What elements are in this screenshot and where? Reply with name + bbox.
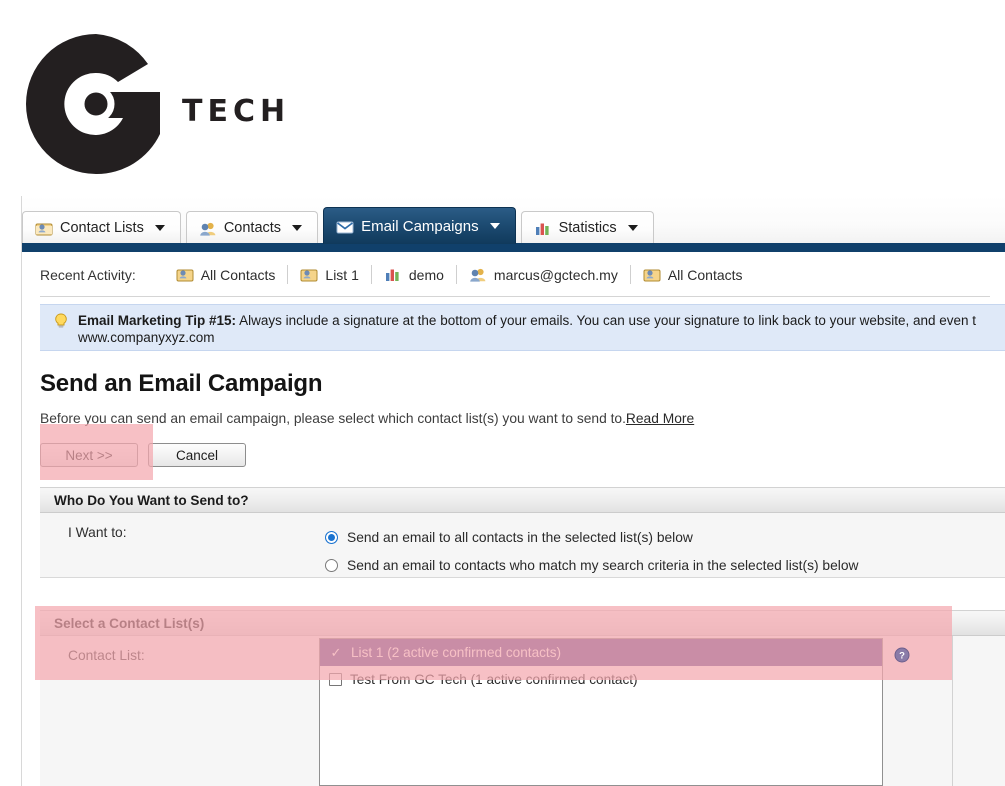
recent-activity-bar: Recent Activity: All Contacts List 1 dem…	[22, 252, 1005, 297]
main-tabbar: Contact Lists Contacts Email Campaigns S…	[22, 196, 1005, 244]
recent-activity-items: All Contacts List 1 demo marcus@gctech.m…	[164, 265, 755, 284]
form-action-buttons: Next >> Cancel	[40, 443, 246, 467]
page-description: Before you can send an email campaign, p…	[40, 411, 694, 426]
radio-option-all-contacts[interactable]: Send an email to all contacts in the sel…	[325, 523, 858, 551]
chevron-down-icon	[627, 225, 638, 231]
nav-strip	[22, 243, 1005, 252]
list-item[interactable]: ✓ List 1 (2 active confirmed contacts)	[320, 639, 882, 666]
radio-button-icon[interactable]	[325, 558, 338, 572]
list-item-label: Test From GC Tech (1 active confirmed co…	[350, 672, 638, 687]
help-question-icon[interactable]: ?	[894, 647, 910, 663]
tab-label: Email Campaigns	[361, 217, 479, 235]
list-item-label: List 1 (2 active confirmed contacts)	[351, 645, 562, 660]
select-contact-list-body: Contact List: ✓ List 1 (2 active confirm…	[40, 636, 1005, 786]
recent-activity-label: Recent Activity:	[40, 266, 136, 283]
tip-text: Always include a signature at the bottom…	[239, 313, 977, 328]
bar-chart-icon	[384, 266, 402, 283]
i-want-to-label: I Want to:	[68, 525, 127, 540]
recent-item-demo[interactable]: demo	[372, 265, 457, 284]
brand-logo: TECH	[22, 14, 285, 194]
recent-item-all-contacts-1[interactable]: All Contacts	[164, 265, 289, 284]
send-target-radio-group: Send an email to all contacts in the sel…	[325, 523, 858, 579]
tab-statistics[interactable]: Statistics	[520, 211, 654, 244]
tab-label: Contacts	[223, 220, 282, 236]
gtech-g-logo-icon	[22, 30, 170, 178]
recent-activity-divider	[40, 296, 990, 297]
tip-title: Email Marketing Tip #15:	[78, 313, 237, 328]
page-left-gutter	[0, 0, 21, 786]
contacts-icon	[199, 220, 217, 237]
list-item[interactable]: Test From GC Tech (1 active confirmed co…	[320, 666, 882, 693]
radio-option-label: Send an email to all contacts in the sel…	[347, 529, 693, 545]
contact-list-icon	[300, 266, 318, 283]
contact-list-icon	[643, 266, 661, 283]
bar-chart-icon	[534, 220, 552, 237]
checkmark-icon: ✓	[330, 644, 342, 660]
page-description-text: Before you can send an email campaign, p…	[40, 411, 626, 426]
envelope-icon	[336, 218, 354, 235]
contact-list-icon	[35, 220, 53, 237]
chevron-down-icon	[292, 225, 303, 231]
page-title: Send an Email Campaign	[40, 370, 323, 397]
checkbox-icon[interactable]	[329, 673, 342, 686]
email-marketing-tip-banner: Email Marketing Tip #15: Always include …	[40, 304, 1005, 351]
chevron-down-icon	[154, 225, 165, 231]
svg-text:?: ?	[899, 651, 905, 662]
section-header-select-contact-list: Select a Contact List(s)	[40, 610, 1005, 636]
tip-second-line: www.companyxyz.com	[78, 330, 215, 345]
recent-item-all-contacts-2[interactable]: All Contacts	[631, 265, 755, 284]
application-page: TECH Contact Lists Contacts Email Campai…	[0, 0, 1005, 786]
contact-list-listbox[interactable]: ✓ List 1 (2 active confirmed contacts) T…	[319, 638, 883, 786]
recent-item-label: List 1	[325, 266, 359, 283]
contact-list-icon	[176, 266, 194, 283]
who-to-send-body: I Want to: Send an email to all contacts…	[40, 513, 1005, 578]
content-right-border	[952, 636, 953, 786]
tab-label: Statistics	[558, 220, 617, 236]
radio-option-label: Send an email to contacts who match my s…	[347, 557, 859, 573]
tab-contacts[interactable]: Contacts	[185, 211, 319, 244]
lightbulb-icon	[52, 312, 70, 330]
recent-item-list-1[interactable]: List 1	[288, 265, 372, 284]
chevron-down-icon	[489, 223, 500, 229]
cancel-button[interactable]: Cancel	[148, 443, 246, 467]
contact-list-label: Contact List:	[68, 648, 145, 663]
section-header-who-to-send: Who Do You Want to Send to?	[40, 487, 1005, 513]
contacts-icon	[469, 266, 487, 283]
tab-contact-lists[interactable]: Contact Lists	[22, 211, 181, 244]
recent-item-label: All Contacts	[667, 266, 743, 283]
next-button[interactable]: Next >>	[40, 443, 138, 467]
recent-item-label: demo	[408, 266, 444, 283]
tab-email-campaigns[interactable]: Email Campaigns	[323, 207, 516, 244]
brand-logo-text: TECH	[182, 93, 291, 129]
radio-button-icon[interactable]	[325, 530, 338, 544]
tab-label: Contact Lists	[60, 220, 144, 236]
radio-option-search-criteria[interactable]: Send an email to contacts who match my s…	[325, 551, 858, 579]
recent-item-marcus-email[interactable]: marcus@gctech.my	[457, 265, 631, 284]
read-more-link[interactable]: Read More	[626, 411, 694, 426]
recent-item-label: All Contacts	[200, 266, 276, 283]
recent-item-label: marcus@gctech.my	[493, 266, 618, 283]
